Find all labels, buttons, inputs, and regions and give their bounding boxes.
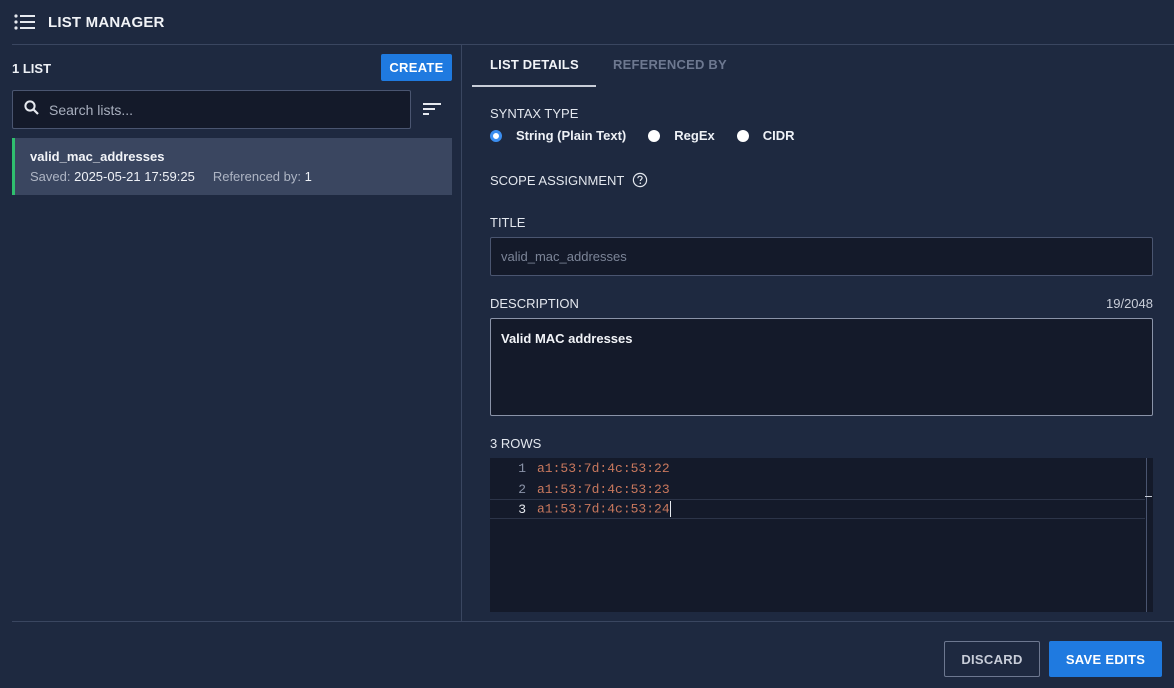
text-cursor xyxy=(669,501,671,517)
save-edits-button[interactable]: SAVE EDITS xyxy=(1049,641,1162,677)
title-input[interactable] xyxy=(490,237,1153,276)
list-item[interactable]: valid_mac_addresses Saved: 2025-05-21 17… xyxy=(12,138,452,195)
list-details-panel: LIST DETAILS REFERENCED BY SYNTAX TYPE S… xyxy=(462,45,1174,621)
row-value-text: a1:53:7d:4c:53:24 xyxy=(537,501,670,517)
list-icon[interactable] xyxy=(14,13,36,31)
sort-icon[interactable] xyxy=(423,102,441,116)
saved-value: 2025-05-21 17:59:25 xyxy=(74,169,195,184)
active-tab-indicator xyxy=(472,85,596,87)
radio-label-regex: RegEx xyxy=(674,128,715,143)
row-value[interactable]: a1:53:7d:4c:53:23 xyxy=(537,482,670,497)
saved-label: Saved: xyxy=(30,169,71,184)
referenced-label: Referenced by: xyxy=(212,169,301,184)
syntax-type-label: SYNTAX TYPE xyxy=(490,106,579,121)
description-label: DESCRIPTION xyxy=(490,296,579,311)
list-sidebar: 1 LIST CREATE valid_mac_addresses Saved:… xyxy=(0,45,462,621)
syntax-type-radio-group: String (Plain Text) RegEx CIDR xyxy=(490,128,817,143)
app-header: LIST MANAGER xyxy=(0,0,1174,44)
row-value[interactable]: a1:53:7d:4c:53:24 xyxy=(537,501,671,517)
description-textarea[interactable]: Valid MAC addresses xyxy=(490,318,1153,416)
editor-scroll-marker xyxy=(1145,496,1152,497)
radio-option-regex[interactable]: RegEx xyxy=(648,128,715,143)
rows-code-editor[interactable]: 1 a1:53:7d:4c:53:22 2 a1:53:7d:4c:53:23 … xyxy=(490,458,1153,612)
tab-referenced-by[interactable]: REFERENCED BY xyxy=(613,57,727,72)
description-char-counter: 19/2048 xyxy=(1106,296,1153,311)
radio-label-cidr: CIDR xyxy=(762,128,795,143)
search-input[interactable] xyxy=(49,101,379,118)
editor-scrollbar[interactable] xyxy=(1146,458,1147,612)
search-icon xyxy=(24,99,39,120)
help-icon[interactable] xyxy=(632,172,648,191)
scope-assignment-label: SCOPE ASSIGNMENT xyxy=(490,172,648,191)
radio-option-cidr[interactable]: CIDR xyxy=(736,128,795,143)
footer-divider xyxy=(12,621,1174,622)
line-number: 2 xyxy=(518,481,526,497)
radio-label-string: String (Plain Text) xyxy=(516,128,627,143)
radio-icon[interactable] xyxy=(736,129,749,142)
referenced-value: 1 xyxy=(304,169,312,184)
list-item-name: valid_mac_addresses xyxy=(30,149,165,164)
editor-line[interactable]: 1 a1:53:7d:4c:53:22 xyxy=(490,458,1145,478)
list-item-meta: Saved: 2025-05-21 17:59:25 Referenced by… xyxy=(30,169,452,184)
line-number: 1 xyxy=(518,460,526,476)
editor-line-active[interactable]: 3 a1:53:7d:4c:53:24 xyxy=(490,499,1145,519)
editor-line[interactable]: 2 a1:53:7d:4c:53:23 xyxy=(490,479,1145,499)
row-value[interactable]: a1:53:7d:4c:53:22 xyxy=(537,461,670,476)
search-field[interactable] xyxy=(12,90,411,129)
radio-option-string[interactable]: String (Plain Text) xyxy=(490,128,626,143)
discard-button[interactable]: DISCARD xyxy=(944,641,1040,677)
page-title: LIST MANAGER xyxy=(48,13,165,31)
radio-icon[interactable] xyxy=(648,129,661,142)
scope-assignment-text: SCOPE ASSIGNMENT xyxy=(490,173,625,188)
line-number: 3 xyxy=(518,501,526,517)
create-button[interactable]: CREATE xyxy=(381,54,452,81)
list-count: 1 LIST xyxy=(12,61,52,76)
title-label: TITLE xyxy=(490,215,526,230)
radio-selected-icon[interactable] xyxy=(490,129,502,142)
rows-count-label: 3 ROWS xyxy=(490,436,542,451)
tab-list-details[interactable]: LIST DETAILS xyxy=(490,57,579,72)
